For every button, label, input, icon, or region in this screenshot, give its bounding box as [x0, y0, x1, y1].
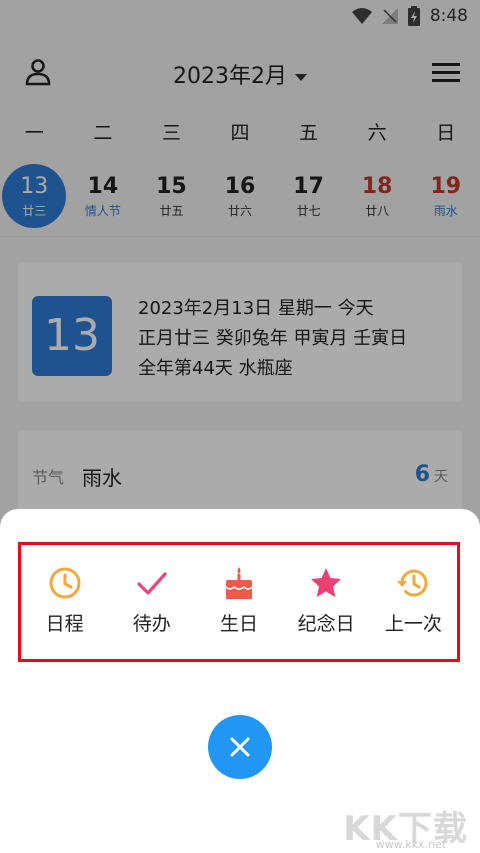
history-icon: [397, 569, 428, 597]
add-event-sheet: 日程 待办 生日 纪念日 上一次 KK下载 www.kkx.net: [0, 509, 480, 853]
action-todo[interactable]: 待办: [112, 565, 192, 636]
watermark-url: www.kkx.net: [375, 838, 446, 851]
checkmark-icon: [137, 572, 167, 595]
birthday-cake-icon: [225, 567, 253, 599]
action-birthday[interactable]: 生日: [199, 565, 279, 636]
close-icon: [230, 737, 250, 757]
close-button[interactable]: [208, 715, 272, 779]
watermark: KK下载 www.kkx.net: [332, 801, 472, 853]
action-label: 上一次: [384, 613, 442, 635]
action-label: 生日: [219, 613, 258, 635]
star-icon: [311, 568, 342, 597]
action-label: 日程: [45, 613, 84, 635]
event-type-options: 日程 待办 生日 纪念日 上一次: [18, 542, 460, 662]
action-label: 待办: [132, 613, 171, 635]
clock-icon: [49, 567, 81, 599]
action-label: 纪念日: [297, 613, 355, 635]
action-last-time[interactable]: 上一次: [373, 565, 453, 636]
action-schedule[interactable]: 日程: [25, 565, 105, 636]
action-anniversary[interactable]: 纪念日: [286, 565, 366, 636]
